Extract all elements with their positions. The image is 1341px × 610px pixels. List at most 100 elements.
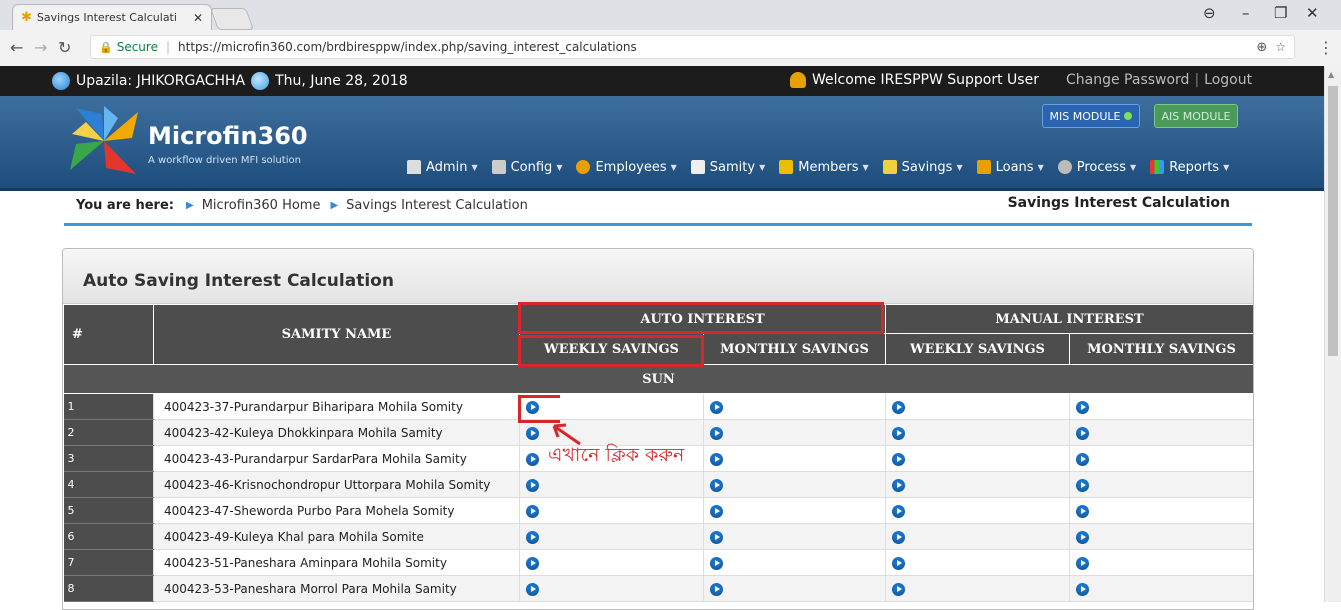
process-icon	[1057, 160, 1072, 174]
play-calc-auto-weekly-icon[interactable]	[526, 478, 539, 492]
restore-icon[interactable]: ❐	[1274, 4, 1287, 22]
reload-icon[interactable]: ↻	[58, 38, 71, 57]
profile-icon[interactable]: ⊖	[1203, 4, 1216, 22]
col-samity-name-header: SAMITY NAME	[153, 304, 520, 365]
back-icon[interactable]: ←	[10, 38, 23, 57]
welcome-text: Welcome IRESPPW Support User	[812, 72, 1039, 88]
close-tab-icon[interactable]: ✕	[193, 11, 203, 25]
menu-reports[interactable]: Reports ▼	[1143, 160, 1236, 175]
window-close-icon[interactable]: ✕	[1306, 4, 1319, 22]
play-calc-manual-weekly-icon[interactable]	[892, 426, 905, 440]
zoom-icon[interactable]: ⊕	[1256, 40, 1267, 55]
scroll-thumb[interactable]	[1328, 86, 1338, 356]
minimize-icon[interactable]: –	[1242, 4, 1250, 22]
play-calc-manual-weekly-icon[interactable]	[892, 400, 905, 414]
play-calc-auto-monthly-icon[interactable]	[710, 400, 723, 414]
members-icon	[779, 160, 794, 174]
play-calc-manual-weekly-icon[interactable]	[892, 556, 905, 570]
breadcrumb-home-link[interactable]: Microfin360 Home	[202, 198, 321, 213]
menu-employees[interactable]: Employees ▼	[569, 160, 683, 175]
play-calc-manual-weekly-icon[interactable]	[892, 504, 905, 518]
manual-interest-header: MANUAL INTEREST	[885, 304, 1253, 334]
menu-loans[interactable]: Loans ▼	[970, 160, 1051, 175]
samity-name-cell: 400423-51-Paneshara Aminpara Mohila Somi…	[153, 549, 520, 576]
ais-module-button[interactable]: AIS MODULE	[1154, 104, 1238, 128]
manual-monthly-cell	[1069, 445, 1253, 472]
new-tab-button[interactable]	[209, 8, 255, 30]
row-index: 5	[63, 497, 154, 524]
manual-monthly-cell	[1069, 497, 1253, 524]
col-num-header: #	[63, 304, 154, 365]
menu-savings[interactable]: Savings ▼	[876, 160, 970, 175]
menu-admin[interactable]: Admin ▼	[400, 160, 485, 175]
scroll-up-icon[interactable]: ▲	[1328, 70, 1334, 79]
play-calc-manual-monthly-icon[interactable]	[1076, 452, 1089, 466]
lock-icon: 🔒	[99, 40, 113, 54]
manual-weekly-cell	[885, 497, 1070, 524]
url-field[interactable]: 🔒 Secure | https://microfin360.com/brdbi…	[90, 35, 1295, 59]
menu-samity[interactable]: Samity ▼	[684, 160, 772, 175]
play-calc-manual-weekly-icon[interactable]	[892, 530, 905, 544]
manual-weekly-cell	[885, 471, 1070, 498]
play-calc-auto-monthly-icon[interactable]	[710, 478, 723, 492]
bookmark-star-icon[interactable]: ☆	[1275, 40, 1286, 54]
play-calc-manual-monthly-icon[interactable]	[1076, 426, 1089, 440]
manual-weekly-cell	[885, 575, 1070, 602]
row-index: 8	[63, 575, 154, 602]
brand-tagline: A workflow driven MFI solution	[148, 155, 301, 166]
play-calc-auto-monthly-icon[interactable]	[710, 582, 723, 596]
play-calc-auto-monthly-icon[interactable]	[710, 504, 723, 518]
menu-config[interactable]: Config ▼	[485, 160, 570, 175]
user-icon	[790, 72, 806, 88]
play-calc-auto-weekly-icon[interactable]	[526, 556, 539, 570]
chart-icon	[1150, 160, 1165, 174]
secure-label: Secure	[116, 40, 158, 54]
play-calc-auto-weekly-icon[interactable]	[526, 582, 539, 596]
play-calc-manual-monthly-icon[interactable]	[1076, 530, 1089, 544]
play-calc-auto-weekly-icon[interactable]	[526, 426, 539, 440]
app-header: Microfin360 A workflow driven MFI soluti…	[0, 96, 1324, 191]
play-calc-manual-monthly-icon[interactable]	[1076, 400, 1089, 414]
play-calc-auto-monthly-icon[interactable]	[710, 426, 723, 440]
play-calc-auto-monthly-icon[interactable]	[710, 530, 723, 544]
interest-calc-panel: Auto Saving Interest Calculation # SAMIT…	[62, 248, 1254, 610]
table-row: 6 400423-49-Kuleya Khal para Mohila Somit…	[63, 523, 1253, 550]
row-index: 2	[63, 419, 154, 446]
auto-monthly-cell	[703, 497, 886, 524]
manual-monthly-header: MONTHLY SAVINGS	[1069, 333, 1253, 365]
play-calc-manual-monthly-icon[interactable]	[1076, 582, 1089, 596]
play-calc-auto-weekly-icon[interactable]	[526, 452, 539, 466]
row-index: 6	[63, 523, 154, 550]
manual-monthly-cell	[1069, 471, 1253, 498]
play-calc-auto-weekly-icon[interactable]	[526, 530, 539, 544]
mis-module-button[interactable]: MIS MODULE	[1042, 104, 1140, 128]
play-calc-manual-weekly-icon[interactable]	[892, 582, 905, 596]
forward-icon[interactable]: →	[34, 38, 47, 57]
play-calc-manual-monthly-icon[interactable]	[1076, 504, 1089, 518]
play-calc-auto-weekly-icon[interactable]	[526, 400, 539, 414]
play-calc-manual-monthly-icon[interactable]	[1076, 556, 1089, 570]
browser-tab[interactable]: ✱ Savings Interest Calculati ✕	[12, 4, 212, 30]
logout-link[interactable]: Logout	[1204, 72, 1252, 88]
play-calc-manual-weekly-icon[interactable]	[892, 478, 905, 492]
auto-weekly-cell	[519, 523, 704, 550]
row-index: 3	[63, 445, 154, 472]
user-icon	[576, 160, 591, 174]
page-scrollbar[interactable]: ▲	[1324, 66, 1341, 602]
favicon-icon: ✱	[21, 10, 32, 25]
pinwheel-logo-icon[interactable]	[66, 104, 142, 178]
auto-monthly-cell	[703, 393, 886, 420]
play-calc-manual-weekly-icon[interactable]	[892, 452, 905, 466]
menu-members[interactable]: Members ▼	[772, 160, 875, 175]
play-calc-auto-weekly-icon[interactable]	[526, 504, 539, 518]
play-calc-manual-monthly-icon[interactable]	[1076, 478, 1089, 492]
menu-process[interactable]: Process ▼	[1051, 160, 1143, 175]
play-calc-auto-monthly-icon[interactable]	[710, 556, 723, 570]
change-password-link[interactable]: Change Password	[1066, 72, 1189, 88]
play-calc-auto-monthly-icon[interactable]	[710, 452, 723, 466]
manual-monthly-cell	[1069, 393, 1253, 420]
browser-tabbar: ✱ Savings Interest Calculati ✕ ⊖ – ❐ ✕	[0, 0, 1341, 30]
browser-menu-icon[interactable]: ⋮	[1318, 38, 1334, 57]
table-row: 1 400423-37-Purandarpur Biharipara Mohila…	[63, 393, 1253, 420]
brand-name: Microfin360	[148, 122, 308, 150]
